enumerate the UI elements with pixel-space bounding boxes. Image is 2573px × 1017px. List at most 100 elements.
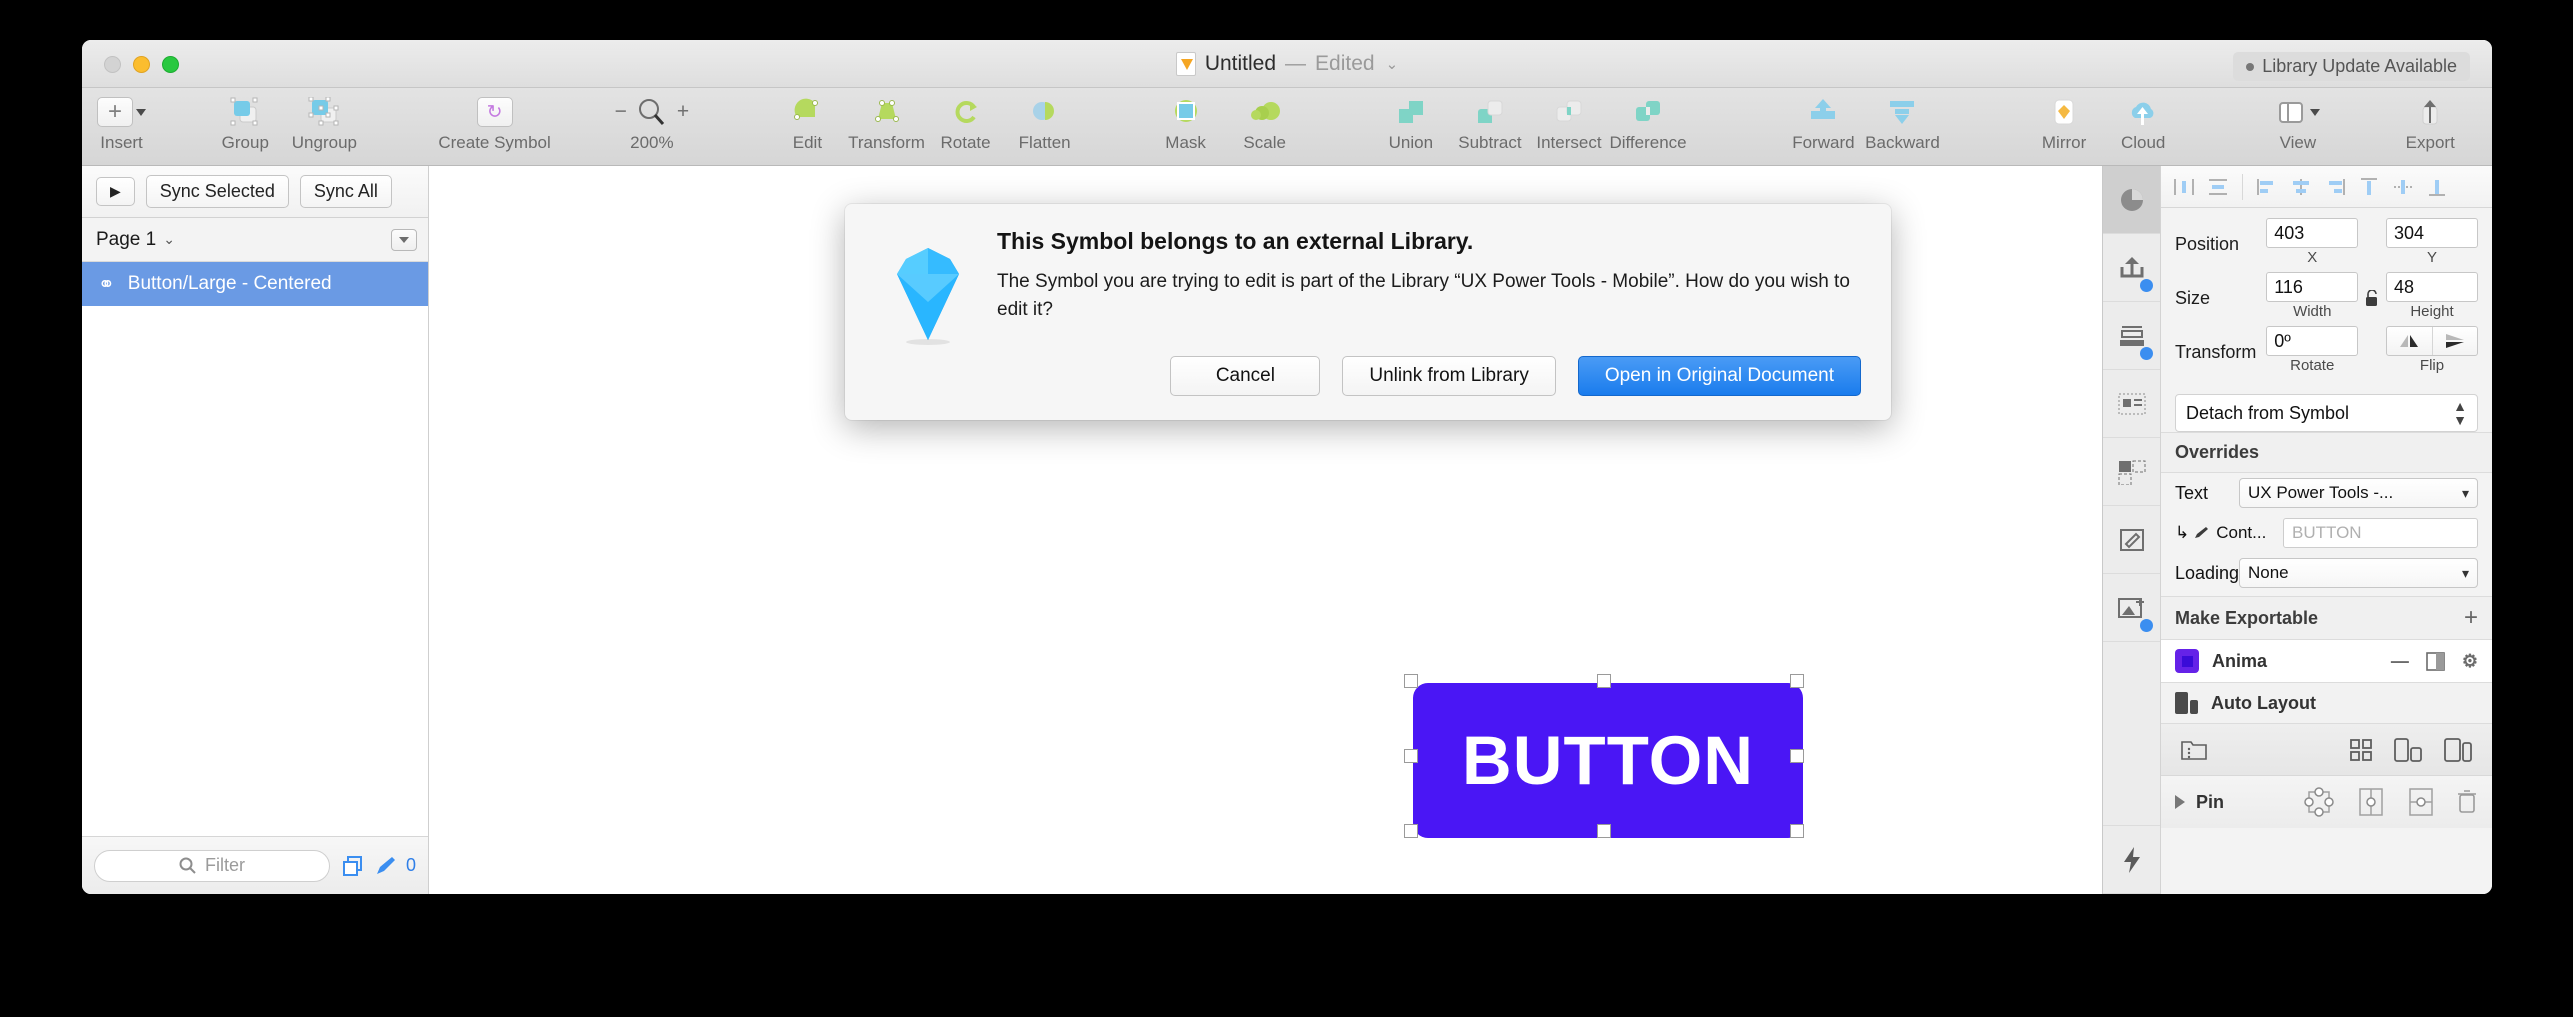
- align-right-icon[interactable]: [2320, 172, 2350, 202]
- position-y-field[interactable]: 304: [2386, 218, 2478, 248]
- pin-row[interactable]: Pin: [2161, 776, 2492, 828]
- layer-name: Button/Large - Centered: [127, 273, 332, 294]
- rail-contrast-icon[interactable]: [2103, 166, 2160, 234]
- toolbar-mirror[interactable]: Mirror: [2025, 88, 2104, 153]
- zoom-out-button[interactable]: −: [615, 100, 627, 124]
- rail-stack-icon[interactable]: [2103, 302, 2160, 370]
- toolbar-edit[interactable]: Edit: [768, 88, 847, 153]
- resize-handle-n[interactable]: [1597, 674, 1611, 688]
- toolbar-transform[interactable]: Transform: [847, 88, 926, 153]
- lock-icon[interactable]: [2358, 289, 2386, 307]
- toolbar-group[interactable]: Group: [206, 88, 285, 153]
- toolbar-create-symbol[interactable]: ↻ Create Symbol: [438, 88, 551, 153]
- resize-handle-w[interactable]: [1404, 749, 1418, 763]
- height-field[interactable]: 48: [2386, 272, 2478, 302]
- anima-plugin-row[interactable]: Anima — ⚙: [2161, 640, 2492, 683]
- page-selector[interactable]: Page 1 ⌄: [82, 218, 428, 262]
- toolbar-scale[interactable]: Scale: [1225, 88, 1304, 153]
- align-top-icon[interactable]: [2354, 172, 2384, 202]
- responsive-phone-icon[interactable]: [2394, 737, 2422, 762]
- disclosure-triangle-icon[interactable]: [2175, 795, 2185, 809]
- toolbar-rotate[interactable]: Rotate: [926, 88, 1005, 153]
- sketch-diamond-icon: [875, 228, 985, 396]
- align-left-icon[interactable]: [2252, 172, 2282, 202]
- pin-edges-icon[interactable]: [2302, 785, 2336, 819]
- document-title[interactable]: Untitled — Edited ⌄: [82, 52, 2492, 76]
- sync-selected-button[interactable]: Sync Selected: [145, 175, 289, 208]
- pin-vertical-icon[interactable]: [2356, 786, 2386, 818]
- toolbar-subtract[interactable]: Subtract: [1450, 88, 1529, 153]
- align-middle-vertical-icon[interactable]: [2388, 172, 2418, 202]
- toolbar-cloud[interactable]: Cloud: [2104, 88, 2183, 153]
- toolbar-label: Intersect: [1536, 133, 1602, 152]
- toolbar-label: Create Symbol: [438, 133, 551, 152]
- rail-export-icon[interactable]: [2103, 234, 2160, 302]
- pencil-icon[interactable]: [374, 855, 397, 877]
- pin-horizontal-icon[interactable]: [2406, 786, 2436, 818]
- toolbar-view[interactable]: View: [2258, 88, 2337, 153]
- toolbar-export[interactable]: Export: [2391, 88, 2470, 153]
- open-in-original-document-button[interactable]: Open in Original Document: [1577, 356, 1861, 396]
- library-update-badge[interactable]: Library Update Available: [2233, 52, 2470, 81]
- responsive-tablet-icon[interactable]: [2444, 737, 2472, 762]
- resize-handle-ne[interactable]: [1790, 674, 1804, 688]
- toolbar-mask[interactable]: Mask: [1146, 88, 1225, 153]
- rail-mask-icon[interactable]: [2103, 438, 2160, 506]
- flip-horizontal-icon[interactable]: [2387, 327, 2433, 355]
- toolbar-backward[interactable]: Backward: [1863, 88, 1942, 153]
- toolbar-forward[interactable]: Forward: [1784, 88, 1863, 153]
- position-x-field[interactable]: 403: [2266, 218, 2359, 248]
- button-shape[interactable]: BUTTON: [1413, 683, 1803, 838]
- align-center-horizontal-icon[interactable]: [2286, 172, 2316, 202]
- resize-handle-se[interactable]: [1790, 824, 1804, 838]
- rotate-field[interactable]: 0º: [2266, 326, 2359, 356]
- sync-play-button[interactable]: ▶: [96, 177, 135, 206]
- resize-handle-nw[interactable]: [1404, 674, 1418, 688]
- width-field[interactable]: 116: [2266, 272, 2359, 302]
- minimize-icon[interactable]: —: [2391, 651, 2409, 672]
- toolbar-flatten[interactable]: Flatten: [1005, 88, 1084, 153]
- content-override-input[interactable]: BUTTON: [2283, 518, 2478, 548]
- grid-icon[interactable]: [2350, 738, 2372, 761]
- sync-all-button[interactable]: Sync All: [299, 175, 392, 208]
- search-input[interactable]: Filter: [94, 849, 330, 882]
- add-export-button[interactable]: +: [2464, 606, 2478, 630]
- distribute-vertical-icon[interactable]: [2203, 172, 2233, 202]
- chevron-down-icon[interactable]: ⌄: [1386, 55, 1399, 73]
- make-exportable-header[interactable]: Make Exportable +: [2161, 596, 2492, 640]
- rail-add-image-icon[interactable]: [2103, 574, 2160, 642]
- toolbar-insert[interactable]: + Insert: [82, 88, 161, 153]
- rail-layout-icon[interactable]: [2103, 370, 2160, 438]
- page-options-button[interactable]: [391, 228, 417, 251]
- list-item[interactable]: ⚭ Button/Large - Centered: [82, 262, 428, 306]
- trash-icon[interactable]: [2456, 789, 2478, 815]
- toolbar-ungroup[interactable]: Ungroup: [285, 88, 364, 153]
- toolbar-union[interactable]: Union: [1371, 88, 1450, 153]
- resize-handle-s[interactable]: [1597, 824, 1611, 838]
- zoom-control[interactable]: − + 200%: [587, 88, 716, 153]
- rail-shape-icon[interactable]: [2103, 506, 2160, 574]
- unlink-from-library-button[interactable]: Unlink from Library: [1342, 356, 1556, 396]
- detach-from-symbol-select[interactable]: Detach from Symbol ▲ ▼: [2175, 394, 2478, 432]
- rail-lightning-icon[interactable]: [2103, 826, 2160, 894]
- folder-options-icon[interactable]: [2181, 738, 2207, 762]
- resize-handle-e[interactable]: [1790, 749, 1804, 763]
- duplicate-icon[interactable]: [342, 855, 365, 877]
- selected-symbol[interactable]: BUTTON: [1404, 674, 1804, 838]
- flip-vertical-icon[interactable]: [2433, 327, 2478, 355]
- flip-buttons[interactable]: [2386, 326, 2478, 356]
- toolbar-intersect[interactable]: Intersect: [1529, 88, 1608, 153]
- stepper-icon[interactable]: ▲ ▼: [2453, 399, 2467, 427]
- gear-icon[interactable]: ⚙: [2462, 651, 2478, 672]
- cancel-button[interactable]: Cancel: [1170, 356, 1321, 396]
- auto-layout-row[interactable]: Auto Layout: [2161, 683, 2492, 724]
- resize-handle-sw[interactable]: [1404, 824, 1418, 838]
- panel-toggle-icon[interactable]: [2426, 651, 2445, 671]
- toolbar-difference[interactable]: Difference: [1609, 88, 1688, 153]
- loading-override-select[interactable]: None ▾: [2239, 558, 2478, 588]
- align-bottom-icon[interactable]: [2422, 172, 2452, 202]
- library-update-label: Library Update Available: [2262, 56, 2457, 76]
- text-override-select[interactable]: UX Power Tools -... ▾: [2239, 478, 2478, 508]
- distribute-horizontal-icon[interactable]: [2169, 172, 2199, 202]
- zoom-in-button[interactable]: +: [677, 100, 689, 124]
